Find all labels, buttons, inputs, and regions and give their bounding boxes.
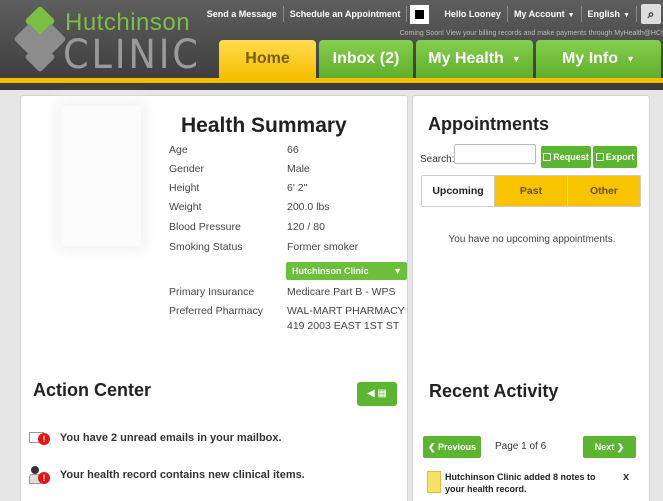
row-value: Former smoker	[287, 241, 359, 253]
row-value: WAL-MART PHARMACY	[287, 305, 405, 317]
action-item-text: Your health record contains new clinical…	[59, 468, 305, 481]
tab-my-health[interactable]: My Health ▼	[416, 40, 533, 78]
tab-my-info-label: My Info	[562, 50, 619, 68]
mail-alert-icon: !	[29, 429, 51, 447]
export-icon	[595, 153, 604, 161]
previous-label: Previous	[438, 442, 477, 452]
action-item-text: You have 2 unread emails in your mailbox…	[59, 431, 282, 444]
tab-home[interactable]: Home	[219, 40, 316, 78]
brand-name-bottom: CLINIC	[63, 32, 201, 78]
square-icon	[410, 4, 430, 24]
header: Hutchinson CLINIC Send a Message Schedul…	[0, 0, 663, 90]
language-menu[interactable]: English ▼	[582, 6, 637, 22]
activity-item-text[interactable]: Hutchinson Clinic added 8 notes to your …	[445, 471, 615, 495]
row-value: Medicare Part B - WPS	[287, 286, 396, 298]
row-label: Gender	[169, 163, 205, 175]
note-icon	[427, 471, 441, 493]
clinic-select-value: Hutchinson Clinic	[292, 266, 369, 276]
chevron-down-icon: ▼	[626, 54, 635, 64]
schedule-appointment-link[interactable]: Schedule an Appointment	[284, 6, 408, 22]
calendar-toggle-button[interactable]: ◀ ▦	[357, 382, 397, 406]
row-value: Male	[287, 163, 310, 175]
chevron-down-icon: ▼	[511, 54, 521, 64]
row-label: Age	[169, 144, 188, 156]
search-icon[interactable]: ⌕	[641, 4, 661, 24]
row-label: Preferred Pharmacy	[169, 305, 263, 317]
tab-inbox[interactable]: Inbox (2)	[319, 40, 413, 78]
main-nav: Home Inbox (2) My Health ▼ My Info ▼	[219, 40, 661, 78]
appointment-tabs: Upcoming Past Other	[421, 175, 641, 207]
export-button[interactable]: Export	[593, 146, 637, 168]
appointments-panel: Appointments Search: Request Export Upco…	[412, 95, 650, 501]
row-value: 419 2003 EAST 1ST ST	[287, 320, 400, 332]
chevron-left-icon: ❮	[427, 442, 438, 452]
row-label: Blood Pressure	[169, 221, 241, 233]
request-label: Request	[553, 152, 589, 162]
row-label: Height	[169, 182, 200, 194]
page-indicator: Page 1 of 6	[495, 441, 547, 452]
chevron-down-icon: ▼	[393, 266, 402, 276]
appointments-title: Appointments	[428, 114, 549, 134]
announcement-text: Coming Soon! View your billing records a…	[399, 30, 663, 37]
health-panel: Health Summary Age 66 Gender Male Height…	[20, 95, 408, 501]
action-item-clinical[interactable]: ! Your health record contains new clinic…	[29, 466, 305, 484]
greeting-text: Hello Looney	[438, 6, 508, 22]
export-label: Export	[605, 152, 635, 162]
nav-underline	[0, 78, 663, 83]
health-summary-title: Health Summary	[181, 114, 347, 137]
tab-upcoming[interactable]: Upcoming	[422, 176, 495, 206]
row-value: 66	[287, 144, 299, 156]
row-value: 200.0 lbs	[287, 201, 330, 213]
language-label: English	[587, 9, 621, 19]
row-label: Primary Insurance	[169, 286, 255, 298]
row-value: 6' 2"	[287, 182, 308, 194]
tab-my-health-label: My Health	[428, 50, 504, 68]
action-item-emails[interactable]: ! You have 2 unread emails in your mailb…	[29, 429, 282, 447]
my-account-menu[interactable]: My Account ▼	[508, 6, 582, 22]
clinic-select[interactable]: Hutchinson Clinic ▼	[286, 262, 407, 280]
next-button[interactable]: Next ❯	[583, 436, 636, 458]
doctor-alert-icon: !	[29, 466, 51, 484]
appointment-search-input[interactable]	[454, 144, 536, 164]
caret-down-icon: ▼	[623, 12, 630, 19]
next-label: Next	[594, 442, 615, 452]
chevron-right-icon: ❯	[614, 442, 625, 452]
patient-photo	[61, 106, 141, 246]
tab-my-info[interactable]: My Info ▼	[536, 40, 661, 78]
tab-other[interactable]: Other	[568, 176, 640, 206]
row-label: Smoking Status	[169, 241, 243, 253]
clinic-logo-icon[interactable]	[13, 5, 67, 73]
action-center-title: Action Center	[33, 380, 152, 400]
recent-activity-title: Recent Activity	[429, 381, 559, 401]
search-label: Search:	[420, 154, 455, 165]
empty-appointments-message: You have no upcoming appointments.	[448, 234, 616, 245]
calendar-icon	[543, 153, 552, 161]
my-account-label: My Account	[513, 9, 565, 19]
request-button[interactable]: Request	[541, 146, 591, 168]
top-links: Send a Message Schedule an Appointment H…	[201, 0, 663, 28]
caret-down-icon: ▼	[567, 12, 575, 19]
send-message-link[interactable]: Send a Message	[201, 6, 284, 22]
close-icon[interactable]: x	[623, 471, 629, 483]
previous-button[interactable]: ❮ Previous	[423, 436, 481, 458]
row-value: 120 / 80	[287, 221, 325, 233]
row-label: Weight	[169, 201, 202, 213]
tab-past[interactable]: Past	[495, 176, 568, 206]
